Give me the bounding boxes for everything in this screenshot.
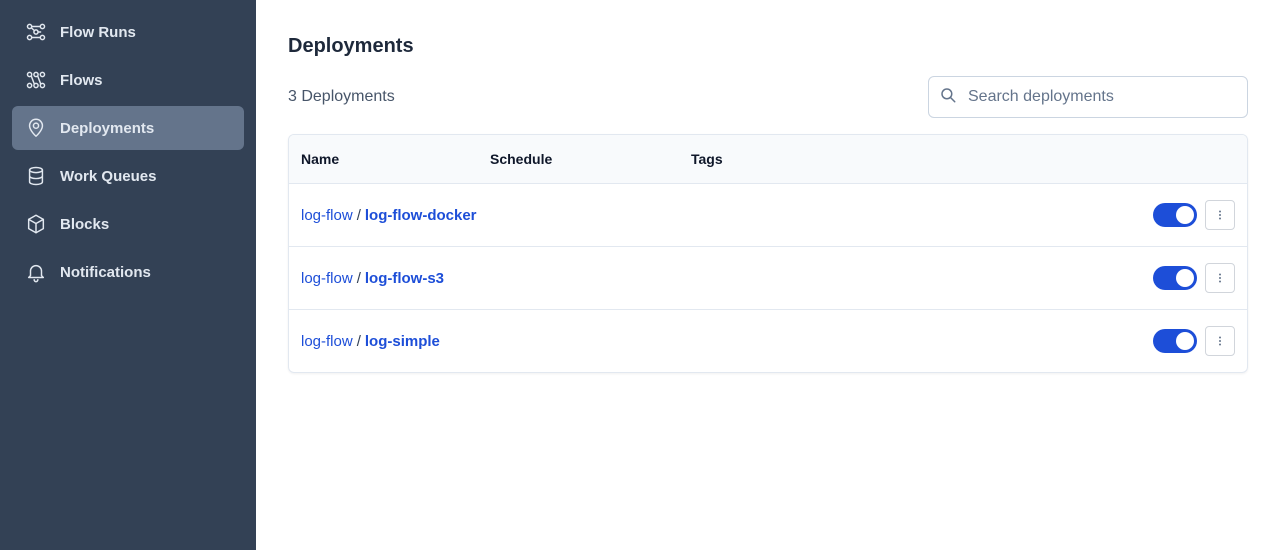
- bell-icon: [24, 260, 48, 284]
- main-content: Deployments 3 Deployments Name Schedule …: [256, 0, 1280, 550]
- name-separator: /: [356, 206, 361, 224]
- toggle-knob: [1176, 269, 1194, 287]
- sidebar-item-blocks[interactable]: Blocks: [12, 202, 244, 246]
- kebab-menu-icon: [1219, 273, 1221, 283]
- sidebar-item-notifications[interactable]: Notifications: [12, 250, 244, 294]
- kebab-menu-icon: [1219, 336, 1221, 346]
- column-header-name: Name: [301, 151, 340, 167]
- flows-icon: [24, 68, 48, 92]
- sidebar-item-label: Flows: [60, 71, 103, 89]
- deployments-table: Name Schedule Tags log-flow / log-flow-doc…: [288, 134, 1248, 373]
- app-root: Flow Runs Flows Deployments Work Queues …: [0, 0, 1280, 550]
- row-actions: [1153, 326, 1247, 356]
- sidebar: Flow Runs Flows Deployments Work Queues …: [0, 0, 256, 550]
- sidebar-item-label: Deployments: [60, 119, 155, 137]
- flow-link[interactable]: log-flow: [301, 333, 353, 350]
- row-actions: [1153, 263, 1247, 293]
- table-header: Name Schedule Tags: [289, 135, 1247, 184]
- search-box[interactable]: [928, 76, 1248, 118]
- sidebar-item-label: Notifications: [60, 263, 151, 281]
- row-menu-button[interactable]: [1205, 326, 1235, 356]
- name-separator: /: [356, 332, 361, 350]
- cube-icon: [24, 212, 48, 236]
- deployment-link[interactable]: log-flow-docker: [365, 207, 477, 224]
- deployment-name-cell: log-flow / log-flow-docker: [289, 207, 1153, 224]
- flow-link[interactable]: log-flow: [301, 207, 353, 224]
- sidebar-item-flows[interactable]: Flows: [12, 58, 244, 102]
- deployment-link[interactable]: log-simple: [365, 333, 440, 350]
- page-title: Deployments: [288, 35, 414, 57]
- column-header-tags: Tags: [691, 151, 723, 167]
- flow-runs-icon: [24, 20, 48, 44]
- schedule-toggle[interactable]: [1153, 203, 1197, 227]
- sidebar-item-label: Blocks: [60, 215, 110, 233]
- table-row: log-flow / log-flow-s3: [289, 247, 1247, 310]
- name-separator: /: [356, 269, 361, 287]
- deployment-name-cell: log-flow / log-flow-s3: [289, 270, 1153, 287]
- row-actions: [1153, 200, 1247, 230]
- schedule-toggle[interactable]: [1153, 266, 1197, 290]
- sidebar-item-deployments[interactable]: Deployments: [12, 106, 244, 150]
- schedule-toggle[interactable]: [1153, 329, 1197, 353]
- sidebar-item-flow-runs[interactable]: Flow Runs: [12, 10, 244, 54]
- search-input[interactable]: [968, 88, 1228, 106]
- row-menu-button[interactable]: [1205, 263, 1235, 293]
- row-menu-button[interactable]: [1205, 200, 1235, 230]
- deployment-name-cell: log-flow / log-simple: [289, 333, 1153, 350]
- search-icon: [939, 86, 957, 109]
- toggle-knob: [1176, 206, 1194, 224]
- sidebar-item-label: Work Queues: [60, 167, 157, 185]
- toolbar: 3 Deployments: [288, 76, 1248, 118]
- sidebar-item-label: Flow Runs: [60, 23, 136, 41]
- database-icon: [24, 164, 48, 188]
- toggle-knob: [1176, 332, 1194, 350]
- map-pin-icon: [24, 116, 48, 140]
- kebab-menu-icon: [1219, 210, 1221, 220]
- table-row: log-flow / log-simple: [289, 310, 1247, 372]
- table-row: log-flow / log-flow-docker: [289, 184, 1247, 247]
- deployment-link[interactable]: log-flow-s3: [365, 270, 444, 287]
- flow-link[interactable]: log-flow: [301, 270, 353, 287]
- column-header-schedule: Schedule: [490, 151, 553, 167]
- deployment-count: 3 Deployments: [288, 88, 395, 105]
- sidebar-item-work-queues[interactable]: Work Queues: [12, 154, 244, 198]
